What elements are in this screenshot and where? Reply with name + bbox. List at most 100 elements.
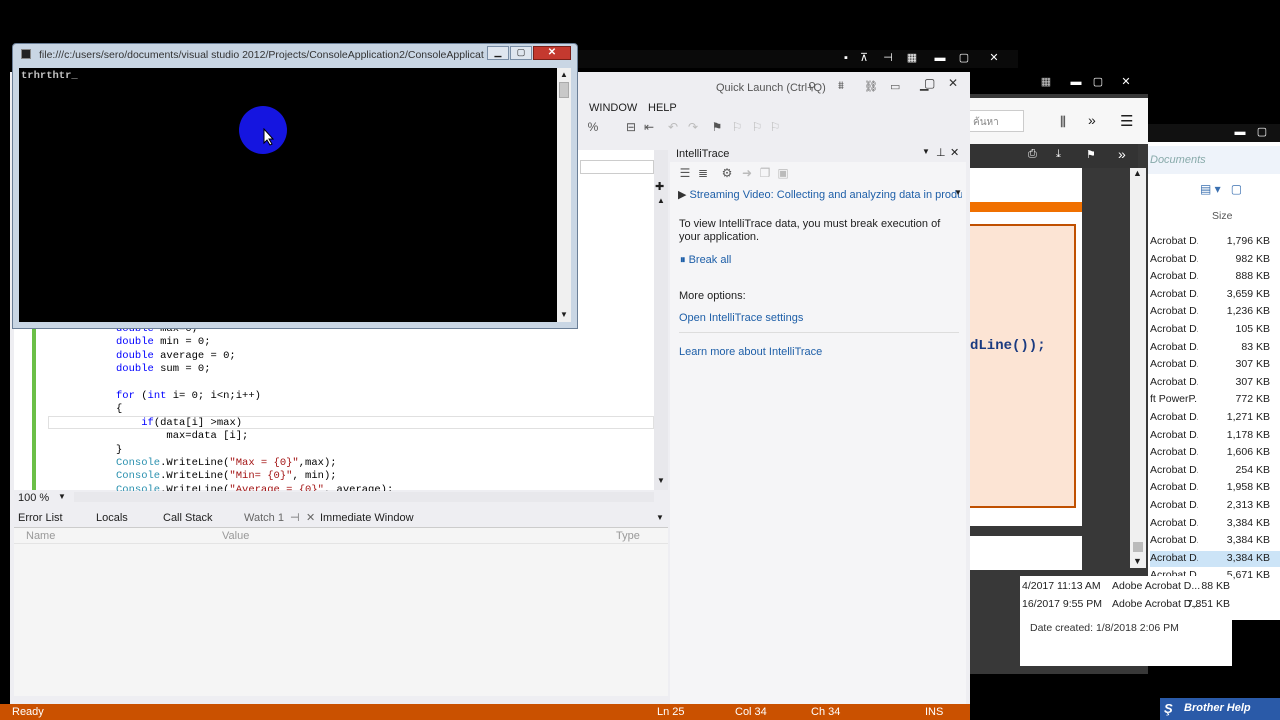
file-row[interactable]: Acrobat D... 3,384 KB — [1150, 516, 1280, 532]
vs-restore-icon[interactable]: ▢ — [924, 76, 935, 90]
file-row[interactable]: Acrobat D... 2,313 KB — [1150, 498, 1280, 514]
watch-name-header[interactable]: Name — [26, 530, 55, 542]
calls-view-icon[interactable]: ≣ — [696, 166, 710, 180]
open-settings-link[interactable]: Open IntelliTrace settings — [679, 312, 803, 324]
file-row[interactable]: 4/2017 11:13 AM Adobe Acrobat D... 88 KB — [1020, 580, 1232, 596]
save-icon[interactable]: ⤓ — [1056, 148, 1061, 161]
bg-minimize-icon[interactable]: ▬ — [928, 50, 952, 66]
file-row[interactable]: Acrobat D... 254 KB — [1150, 463, 1280, 479]
bg-close-icon[interactable]: ✕ — [982, 50, 1006, 66]
file-row[interactable]: Acrobat D... 1,958 KB — [1150, 480, 1280, 496]
zoom-dropdown-icon[interactable]: ▼ — [58, 492, 66, 501]
pdf-search-box[interactable]: ค้นหา — [968, 110, 1024, 132]
split-icon[interactable]: ✚ — [655, 180, 664, 193]
toolbar-redo-icon[interactable]: ↷ — [686, 120, 700, 134]
size-column-header[interactable]: Size — [1212, 210, 1232, 222]
explorer-view-icons[interactable]: ▤ ▾ ▢ — [1200, 182, 1280, 198]
file-row[interactable]: Acrobat D... 3,384 KB — [1150, 550, 1280, 567]
scroll-up-icon[interactable]: ▲ — [1133, 168, 1142, 178]
toolbar-percent-icon[interactable]: % — [586, 120, 600, 134]
code-line[interactable]: double average = 0; — [116, 350, 236, 362]
panel-close-icon[interactable]: ✕ — [950, 146, 959, 159]
file-row[interactable]: Acrobat D... 1,178 KB — [1150, 428, 1280, 444]
code-line[interactable]: double min = 0; — [116, 336, 211, 348]
file-row[interactable]: Acrobat D... 83 KB — [1150, 340, 1280, 356]
tab-error-list[interactable]: Error List — [18, 508, 63, 528]
editor-vertical-scrollbar[interactable]: ✚ ▲ ▼ — [654, 150, 668, 490]
scroll-down-icon-editor[interactable]: ▼ — [657, 476, 665, 485]
editor-horizontal-scrollbar[interactable] — [74, 492, 654, 502]
tab-call-stack[interactable]: Call Stack — [163, 508, 213, 528]
tab-immediate-window[interactable]: Immediate Window — [320, 508, 414, 528]
pdf-minimize-icon[interactable]: ▬ — [1064, 74, 1088, 90]
toolbar-clear-bookmark-icon[interactable]: ⚐ — [768, 120, 782, 134]
pdf-restore-icon[interactable]: ▦ — [1034, 74, 1058, 90]
forward-icon[interactable]: ➜ — [740, 166, 754, 180]
close-tab-icon[interactable]: ✕ — [306, 508, 315, 528]
file-row[interactable]: Acrobat D... 3,384 KB — [1150, 533, 1280, 549]
console-output[interactable]: trhrthtr_ — [19, 68, 557, 322]
print-icon[interactable]: ⎙ — [1028, 148, 1037, 161]
pdf-close-icon[interactable]: ✕ — [1114, 74, 1138, 90]
watch-panel[interactable]: Name Value Type — [14, 528, 668, 696]
panel-pin-icon[interactable]: ⊥ — [936, 146, 946, 159]
file-row[interactable]: Acrobat D... 888 KB — [1150, 269, 1280, 285]
code-line[interactable]: { — [116, 403, 122, 415]
learn-more-link[interactable]: Learn more about IntelliTrace — [679, 346, 822, 358]
events-view-icon[interactable]: ☰ — [678, 166, 692, 180]
toolbar-bookmark-icon[interactable]: ⚑ — [710, 120, 724, 134]
file-row[interactable]: Acrobat D... 1,271 KB — [1150, 410, 1280, 426]
tab-overflow-icon[interactable]: ▼ — [656, 508, 664, 528]
scroll-down-icon[interactable]: ▼ — [1133, 556, 1142, 566]
pdf-scrollbar[interactable]: ▲ ▼ — [1130, 168, 1146, 568]
save-log-icon[interactable]: ▣ — [776, 166, 790, 180]
scroll-thumb[interactable] — [1133, 542, 1143, 552]
toolbar-indent-icon[interactable]: ⇤ — [642, 120, 656, 134]
bg-grid-icon[interactable]: ▦ — [900, 50, 924, 66]
code-line[interactable]: } — [116, 444, 122, 456]
toolbar-align-icon[interactable]: ⊟ — [624, 120, 638, 134]
bg-pin-icon[interactable]: ⊣ — [876, 50, 900, 66]
toolbar-undo-icon[interactable]: ↶ — [666, 120, 680, 134]
code-line[interactable]: for (int i= 0; i<n;i++) — [116, 390, 261, 402]
menu-help[interactable]: HELP — [648, 102, 677, 114]
zoom-combo[interactable]: 100 % ▼ — [14, 490, 74, 506]
break-all-label[interactable]: Break all — [689, 254, 732, 266]
video-dropdown-icon[interactable]: ▼ — [954, 188, 962, 197]
watch-type-header[interactable]: Type — [616, 530, 640, 542]
console-close-icon[interactable]: ✕ — [533, 46, 571, 60]
toolbar-next-bookmark-icon[interactable]: ⚐ — [730, 120, 744, 134]
window-icon[interactable]: ▭ — [890, 80, 900, 93]
pin-icon[interactable]: ⊣ — [290, 508, 300, 528]
file-row[interactable]: Acrobat D... 307 KB — [1150, 375, 1280, 391]
menu-window[interactable]: WINDOW — [589, 102, 637, 114]
console-minimize-icon[interactable]: ▁ — [487, 46, 509, 60]
toolbar-prev-bookmark-icon[interactable]: ⚐ — [750, 120, 764, 134]
file-row[interactable]: Acrobat D... 1,236 KB — [1150, 304, 1280, 320]
settings-gear-icon[interactable]: ⚙ — [720, 166, 734, 180]
explorer-maximize-icon[interactable]: ▢ — [1250, 124, 1274, 140]
hamburger-menu-icon[interactable]: ☰ — [1120, 112, 1133, 130]
pdf-maximize-icon[interactable]: ▢ — [1086, 74, 1110, 90]
taskbar-brother-help[interactable]: Ş Brother Help — [1160, 698, 1280, 720]
file-row[interactable]: 16/2017 9:55 PM Adobe Acrobat D... 7,851 K… — [1020, 598, 1232, 614]
tab-watch-1[interactable]: Watch 1 — [244, 508, 284, 528]
explorer-breadcrumb[interactable]: Documents — [1140, 146, 1280, 174]
file-row[interactable]: Acrobat D... 982 KB — [1150, 252, 1280, 268]
vs-close-icon[interactable]: ✕ — [948, 76, 958, 90]
library-icon[interactable]: ⫼ — [1060, 114, 1066, 130]
open-icon[interactable]: ❐ — [758, 166, 772, 180]
file-row[interactable]: Acrobat D... 1,606 KB — [1150, 445, 1280, 461]
filter-icon[interactable]: ⩩ — [838, 80, 844, 93]
code-line[interactable]: if(data[i] >max) — [116, 417, 242, 429]
bg-maximize-icon[interactable]: ▢ — [952, 50, 976, 66]
console-scroll-down-icon[interactable]: ▼ — [560, 310, 568, 319]
file-row[interactable]: Acrobat D... 307 KB — [1150, 357, 1280, 373]
code-line[interactable]: Console.WriteLine("Min= {0}", min); — [116, 470, 337, 482]
panel-dropdown-icon[interactable]: ▼ — [922, 147, 930, 156]
file-row[interactable]: Acrobat D... 105 KB — [1150, 322, 1280, 338]
code-line[interactable]: double sum = 0; — [116, 363, 211, 375]
more-tools-icon[interactable]: » — [1118, 146, 1126, 162]
console-scrollbar[interactable]: ▲ ▼ — [557, 68, 571, 322]
editor-nav-bar[interactable] — [580, 160, 654, 174]
